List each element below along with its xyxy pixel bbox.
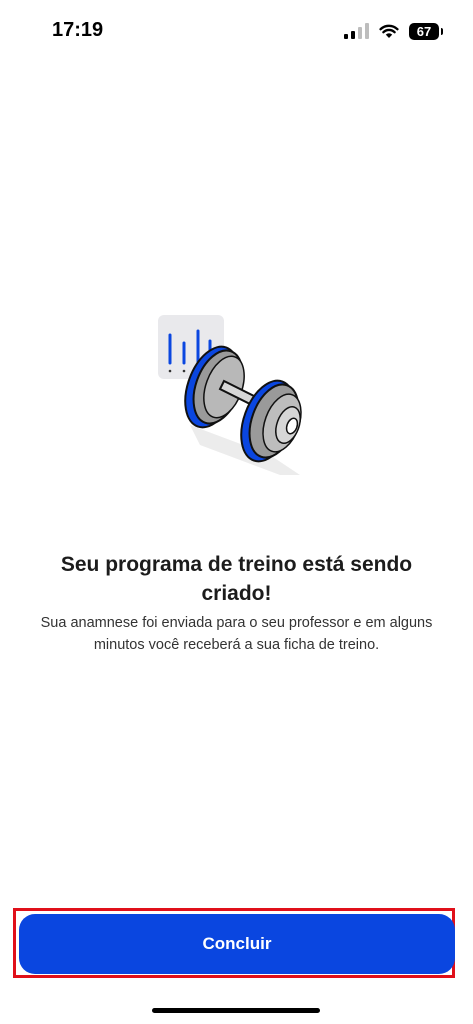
page-title: Seu programa de treino está sendo criado… [60, 553, 413, 605]
status-time: 17:19 [52, 19, 104, 41]
battery-icon: 67 [409, 22, 443, 40]
status-bar: 17:19 67 [0, 0, 473, 60]
concluir-button[interactable]: Concluir [19, 914, 455, 974]
page-message: Sua anamnese foi enviada para o seu prof… [40, 615, 433, 653]
cellular-signal-icon [344, 23, 369, 39]
dumbbell-illustration [158, 315, 302, 475]
wifi-icon [379, 24, 399, 38]
status-icons: 67 [344, 21, 443, 41]
battery-level: 67 [416, 23, 432, 39]
home-indicator [152, 1008, 320, 1013]
